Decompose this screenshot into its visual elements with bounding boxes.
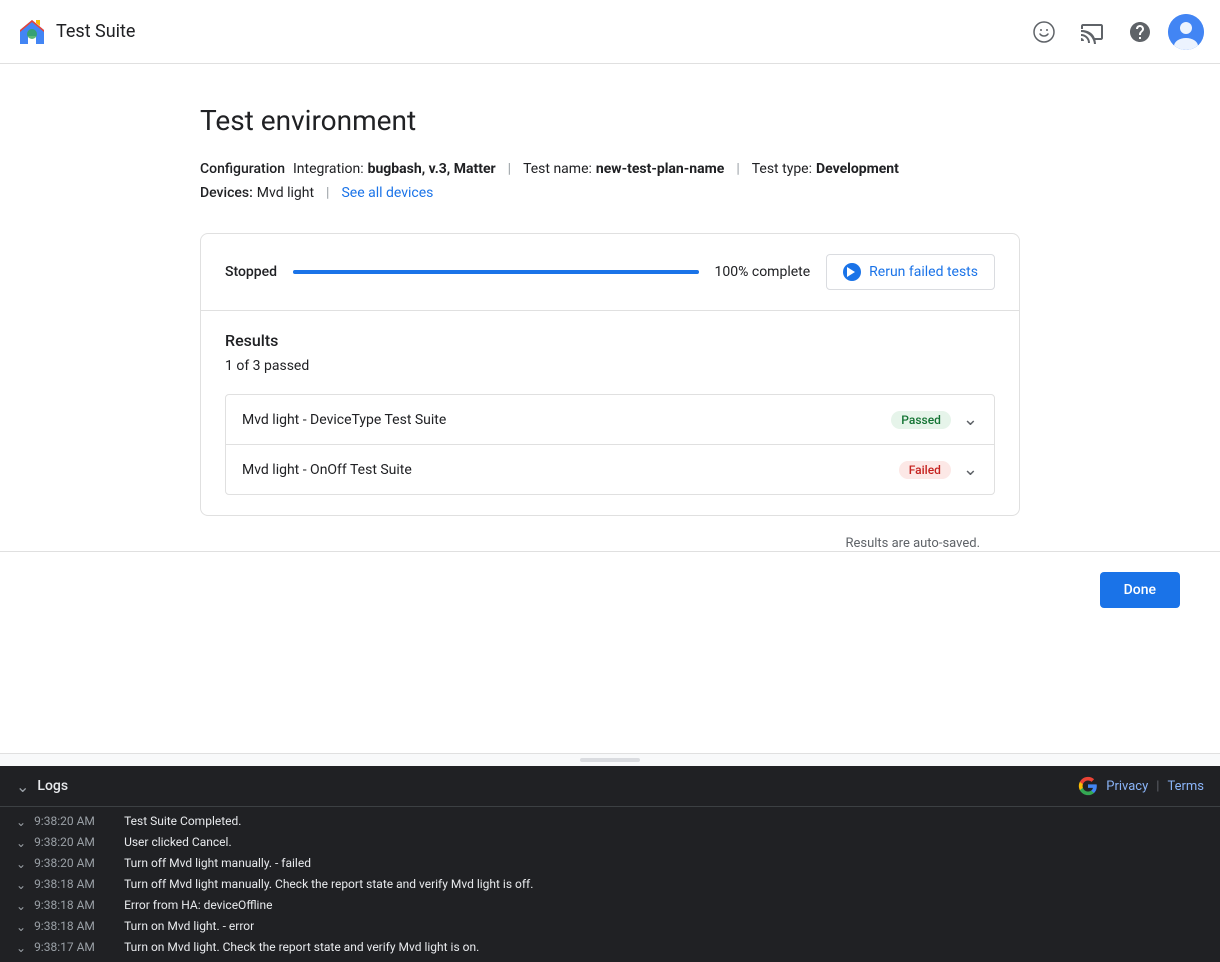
logs-footer-links: Privacy | Terms bbox=[1078, 776, 1204, 796]
log-message: User clicked Cancel. bbox=[124, 835, 232, 849]
test-status-badge: Failed bbox=[899, 461, 951, 479]
results-title: Results bbox=[225, 331, 995, 350]
progress-section: Stopped 100% complete Rerun failed tests bbox=[201, 234, 1019, 311]
log-timestamp: 9:38:20 AM bbox=[34, 856, 124, 870]
log-chevron-icon: ⌄ bbox=[16, 815, 26, 829]
app-title: Test Suite bbox=[56, 21, 135, 42]
progress-status: Stopped bbox=[225, 264, 277, 280]
test-item[interactable]: Mvd light - DeviceType Test Suite Passed… bbox=[226, 395, 994, 445]
logs-panel: ⌄ Logs Privacy | Terms ⌄ 9:38:20 AM Test… bbox=[0, 766, 1220, 962]
log-entry[interactable]: ⌄ 9:38:20 AM User clicked Cancel. bbox=[0, 832, 1220, 853]
logs-toggle-icon: ⌄ bbox=[16, 777, 29, 796]
bottom-actions: Done bbox=[0, 551, 1220, 628]
log-timestamp: 9:38:20 AM bbox=[34, 814, 124, 828]
log-chevron-icon: ⌄ bbox=[16, 899, 26, 913]
logs-header[interactable]: ⌄ Logs Privacy | Terms bbox=[0, 766, 1220, 807]
log-chevron-icon: ⌄ bbox=[16, 836, 26, 850]
results-summary: 1 of 3 passed bbox=[225, 358, 995, 374]
integration-label: Integration: bbox=[293, 161, 364, 177]
logs-body: ⌄ 9:38:20 AM Test Suite Completed. ⌄ 9:3… bbox=[0, 807, 1220, 962]
test-name-value: new-test-plan-name bbox=[596, 161, 724, 177]
results-section: Results 1 of 3 passed Mvd light - Device… bbox=[201, 311, 1019, 515]
log-message: Test Suite Completed. bbox=[124, 814, 241, 828]
log-timestamp: 9:38:18 AM bbox=[34, 919, 124, 933]
auto-saved-text: Results are auto-saved. bbox=[200, 536, 1020, 551]
chevron-down-icon: ⌄ bbox=[963, 459, 978, 480]
help-icon bbox=[1128, 20, 1152, 44]
privacy-link[interactable]: Privacy bbox=[1106, 779, 1148, 794]
logs-separator: | bbox=[1156, 779, 1159, 794]
log-entry[interactable]: ⌄ 9:38:18 AM Error from HA: deviceOfflin… bbox=[0, 895, 1220, 916]
test-name: Mvd light - DeviceType Test Suite bbox=[242, 412, 891, 428]
avatar-image bbox=[1168, 14, 1204, 50]
log-chevron-icon: ⌄ bbox=[16, 878, 26, 892]
devices-row: Devices: Mvd light | See all devices bbox=[200, 185, 1020, 201]
log-timestamp: 9:38:17 AM bbox=[34, 940, 124, 954]
log-chevron-icon: ⌄ bbox=[16, 857, 26, 871]
log-message: Turn on Mvd light. Check the report stat… bbox=[124, 940, 479, 954]
cast-icon bbox=[1080, 20, 1104, 44]
progress-bar-fill bbox=[293, 270, 698, 274]
configuration-row: Configuration Integration: bugbash, v.3,… bbox=[200, 161, 1020, 177]
app-logo[interactable]: Test Suite bbox=[16, 16, 135, 48]
separator-1: | bbox=[508, 161, 511, 177]
log-entry[interactable]: ⌄ 9:38:20 AM Turn off Mvd light manually… bbox=[0, 853, 1220, 874]
logs-label: Logs bbox=[37, 778, 68, 794]
config-label: Configuration bbox=[200, 161, 285, 177]
log-message: Turn off Mvd light manually. - failed bbox=[124, 856, 311, 870]
test-name-label: Test name: bbox=[523, 161, 592, 177]
test-type-label: Test type: bbox=[752, 161, 812, 177]
log-entry[interactable]: ⌄ 9:38:17 AM Turn on Mvd light. Check th… bbox=[0, 937, 1220, 958]
log-entry[interactable]: ⌄ 9:38:18 AM Turn on Mvd light. - error bbox=[0, 916, 1220, 937]
progress-card: Stopped 100% complete Rerun failed tests… bbox=[200, 233, 1020, 516]
cast-button[interactable] bbox=[1072, 12, 1112, 52]
scroll-handle-bar bbox=[580, 758, 640, 762]
log-message: Turn off Mvd light manually. Check the r… bbox=[124, 877, 533, 891]
rerun-failed-tests-button[interactable]: Rerun failed tests bbox=[826, 254, 995, 290]
log-timestamp: 9:38:20 AM bbox=[34, 835, 124, 849]
done-button[interactable]: Done bbox=[1100, 572, 1180, 608]
log-entry[interactable]: ⌄ 9:38:20 AM Test Suite Completed. bbox=[0, 811, 1220, 832]
log-message: Turn on Mvd light. - error bbox=[124, 919, 254, 933]
page-title: Test environment bbox=[200, 104, 1020, 137]
test-type-value: Development bbox=[816, 161, 899, 177]
scroll-handle bbox=[0, 753, 1220, 766]
main-content: Test environment Configuration Integrati… bbox=[0, 64, 1220, 753]
progress-bar-wrap bbox=[293, 270, 698, 274]
google-logo bbox=[1078, 776, 1098, 796]
rerun-label: Rerun failed tests bbox=[869, 264, 978, 280]
log-chevron-icon: ⌄ bbox=[16, 941, 26, 955]
log-timestamp: 9:38:18 AM bbox=[34, 898, 124, 912]
feedback-button[interactable] bbox=[1024, 12, 1064, 52]
test-list: Mvd light - DeviceType Test Suite Passed… bbox=[225, 394, 995, 495]
test-item[interactable]: Mvd light - OnOff Test Suite Failed ⌄ bbox=[226, 445, 994, 494]
log-message: Error from HA: deviceOffline bbox=[124, 898, 272, 912]
rerun-icon bbox=[843, 263, 861, 281]
devices-separator: | bbox=[326, 185, 329, 201]
progress-percent: 100% complete bbox=[715, 264, 811, 280]
log-timestamp: 9:38:18 AM bbox=[34, 877, 124, 891]
content-area: Test environment Configuration Integrati… bbox=[160, 104, 1060, 551]
home-icon bbox=[16, 16, 48, 48]
test-status-badge: Passed bbox=[891, 411, 951, 429]
log-chevron-icon: ⌄ bbox=[16, 920, 26, 934]
chevron-down-icon: ⌄ bbox=[963, 409, 978, 430]
log-entry[interactable]: ⌄ 9:38:18 AM Turn off Mvd light manually… bbox=[0, 874, 1220, 895]
devices-value: Mvd light bbox=[257, 185, 314, 201]
help-button[interactable] bbox=[1120, 12, 1160, 52]
feedback-icon bbox=[1032, 20, 1056, 44]
devices-label: Devices: bbox=[200, 185, 253, 201]
avatar[interactable] bbox=[1168, 14, 1204, 50]
header: Test Suite bbox=[0, 0, 1220, 64]
test-name: Mvd light - OnOff Test Suite bbox=[242, 462, 899, 478]
terms-link[interactable]: Terms bbox=[1167, 779, 1204, 794]
integration-value: bugbash, v.3, Matter bbox=[368, 161, 496, 177]
see-all-devices-link[interactable]: See all devices bbox=[341, 185, 433, 201]
header-actions bbox=[1024, 12, 1204, 52]
separator-2: | bbox=[736, 161, 739, 177]
